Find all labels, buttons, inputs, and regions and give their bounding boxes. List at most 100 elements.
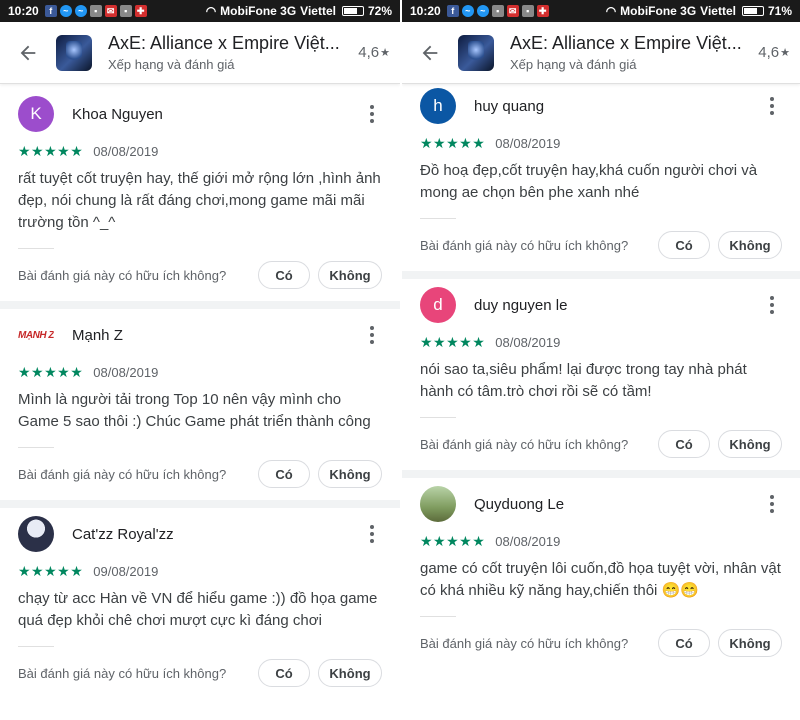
more-options-icon[interactable] <box>762 97 782 115</box>
review-text: game có cốt truyện lôi cuốn,đồ họa tuyệt… <box>420 560 781 599</box>
more-options-icon[interactable] <box>362 525 382 543</box>
reviewer-name: Khoa Nguyen <box>72 105 163 123</box>
review-list: K Khoa Nguyen ★★★★★ 08/08/2019 rất tuyệt cốt… <box>0 88 400 699</box>
app-icon: ▪ <box>119 5 132 17</box>
review-header: K Khoa Nguyen <box>0 88 400 140</box>
review-list: h huy quang ★★★★★ 08/08/2019 Đồ hoạ đẹp,cốt … <box>402 80 800 669</box>
helpful-yes-button[interactable]: Có <box>658 629 710 657</box>
review-date: 08/08/2019 <box>495 533 561 549</box>
review-text: Đồ hoạ đẹp,cốt truyện hay,khá cuốn người… <box>420 162 758 201</box>
helpful-question: Bài đánh giá này có hữu ích không? <box>18 267 227 283</box>
section-separator <box>0 500 400 508</box>
reviewer-name: duy nguyen le <box>474 296 568 314</box>
battery-icon <box>341 6 364 16</box>
helpful-prompt: Bài đánh giá này có hữu ích không? Có Khôn… <box>402 219 800 271</box>
review-header: d duy nguyen le <box>402 279 800 331</box>
review-text: chạy từ acc Hàn về VN để hiểu game :)) đ… <box>18 590 378 629</box>
screenshot-composite: 10:20 f ~ ~ ▪ ✉ ▪ ✚ ◠ MobiFone 3G Viette… <box>0 0 800 720</box>
star-rating: ★★★★★ <box>420 333 486 350</box>
helpful-question: Bài đánh giá này có hữu ích không? <box>420 237 629 253</box>
avatar-initial: K <box>30 104 42 123</box>
app-title: AxE: Alliance x Empire Việt... <box>108 33 340 53</box>
battery-icon <box>741 6 764 16</box>
review-date: 08/08/2019 <box>495 334 561 350</box>
helpful-yes-button[interactable]: Có <box>258 261 310 289</box>
wifi-icon: ◠ <box>605 4 617 18</box>
avatar-initial: MẠNH Z <box>18 329 54 341</box>
helpful-prompt: Bài đánh giá này có hữu ích không? Có Khôn… <box>402 617 800 669</box>
app-icon: ▪ <box>521 5 534 17</box>
review-card: Quyduong Le ★★★★★ 08/08/2019 game có cốt tr… <box>402 478 800 669</box>
star-rating: ★★★★★ <box>18 562 84 579</box>
helpful-no-button[interactable]: Không <box>718 231 782 259</box>
app-title: AxE: Alliance x Empire Việt... <box>510 33 742 53</box>
helpful-yes-button[interactable]: Có <box>658 430 710 458</box>
carrier-2: Viettel <box>300 4 336 18</box>
helpful-prompt: Bài đánh giá này có hữu ích không? Có Khôn… <box>402 418 800 470</box>
helpful-question: Bài đánh giá này có hữu ích không? <box>18 665 227 681</box>
helpful-yes-button[interactable]: Có <box>258 460 310 488</box>
helpful-no-button[interactable]: Không <box>318 659 382 687</box>
more-options-icon[interactable] <box>362 326 382 344</box>
left-phone-screen: 10:20 f ~ ~ ▪ ✉ ▪ ✚ ◠ MobiFone 3G Viette… <box>0 0 400 720</box>
helpful-yes-button[interactable]: Có <box>658 231 710 259</box>
review-header: Cat'zz Royal'zz <box>0 508 400 560</box>
review-meta: ★★★★★ 08/08/2019 <box>402 331 800 353</box>
review-card: MẠNH Z Mạnh Z ★★★★★ 08/08/2019 Mình là người… <box>0 309 400 500</box>
carrier-1: MobiFone 3G <box>620 4 697 18</box>
helpful-prompt: Bài đánh giá này có hữu ích không? Có Khôn… <box>0 448 400 500</box>
helpful-no-button[interactable]: Không <box>718 430 782 458</box>
avatar: d <box>420 287 456 323</box>
section-separator <box>402 271 800 279</box>
app-icon <box>56 34 92 71</box>
review-meta: ★★★★★ 08/08/2019 <box>402 530 800 552</box>
review-header: Quyduong Le <box>402 478 800 530</box>
image-icon: ▪ <box>491 5 504 17</box>
status-time: 10:20 <box>8 4 39 18</box>
review-date: 08/08/2019 <box>495 135 561 151</box>
review-card: Cat'zz Royal'zz ★★★★★ 09/08/2019 chạy từ ac… <box>0 508 400 699</box>
review-meta: ★★★★★ 08/08/2019 <box>0 140 400 162</box>
messenger-icon: ~ <box>461 5 474 17</box>
helpful-no-button[interactable]: Không <box>318 460 382 488</box>
helpful-prompt: Bài đánh giá này có hữu ích không? Có Khôn… <box>0 647 400 699</box>
reviewer-name: Mạnh Z <box>72 326 123 344</box>
helpful-no-button[interactable]: Không <box>718 629 782 657</box>
more-options-icon[interactable] <box>762 495 782 513</box>
review-meta: ★★★★★ 08/08/2019 <box>0 361 400 383</box>
helpful-question: Bài đánh giá này có hữu ích không? <box>420 635 629 651</box>
battery-percent: 71% <box>767 4 792 18</box>
messenger-icon: ~ <box>59 5 72 17</box>
star-icon: ★ <box>780 47 790 59</box>
avatar <box>18 516 54 552</box>
helpful-yes-button[interactable]: Có <box>258 659 310 687</box>
status-time: 10:20 <box>410 4 441 18</box>
app-bar: AxE: Alliance x Empire Việt... Xếp hạng … <box>402 22 800 84</box>
avatar: MẠNH Z <box>18 317 54 353</box>
facebook-icon: f <box>44 5 57 17</box>
more-options-icon[interactable] <box>362 105 382 123</box>
review-text: nói sao ta,siêu phẩm! lại được trong tay… <box>420 361 747 400</box>
back-arrow-icon[interactable] <box>402 42 458 64</box>
messenger-icon: ~ <box>476 5 489 17</box>
review-text: Mình là người tải trong Top 10 nên vậy m… <box>18 391 371 430</box>
overall-rating-value: 4,6 <box>758 44 780 61</box>
review-meta: ★★★★★ 08/08/2019 <box>402 132 800 154</box>
review-card: K Khoa Nguyen ★★★★★ 08/08/2019 rất tuyệt cốt… <box>0 88 400 301</box>
review-text: rất tuyệt cốt truyện hay, thế giới mở rộ… <box>18 170 381 231</box>
review-card: h huy quang ★★★★★ 08/08/2019 Đồ hoạ đẹp,cốt … <box>402 80 800 271</box>
carrier-2: Viettel <box>700 4 736 18</box>
back-arrow-icon[interactable] <box>0 42 56 64</box>
more-options-icon[interactable] <box>762 296 782 314</box>
page-subtitle: Xếp hạng và đánh giá <box>108 57 235 72</box>
review-header: h huy quang <box>402 80 800 132</box>
app-bar: AxE: Alliance x Empire Việt... Xếp hạng … <box>0 22 400 84</box>
avatar-initial: h <box>433 96 443 115</box>
avatar: K <box>18 96 54 132</box>
mail-icon: ✉ <box>104 5 117 17</box>
reviewer-name: huy quang <box>474 97 545 115</box>
status-bar: 10:20 f ~ ~ ▪ ✉ ▪ ✚ ◠ MobiFone 3G Viette… <box>0 0 400 22</box>
helpful-no-button[interactable]: Không <box>318 261 382 289</box>
status-bar: 10:20 f ~ ~ ▪ ✉ ▪ ✚ ◠ MobiFone 3G Viette… <box>402 0 800 22</box>
page-subtitle: Xếp hạng và đánh giá <box>510 57 637 72</box>
